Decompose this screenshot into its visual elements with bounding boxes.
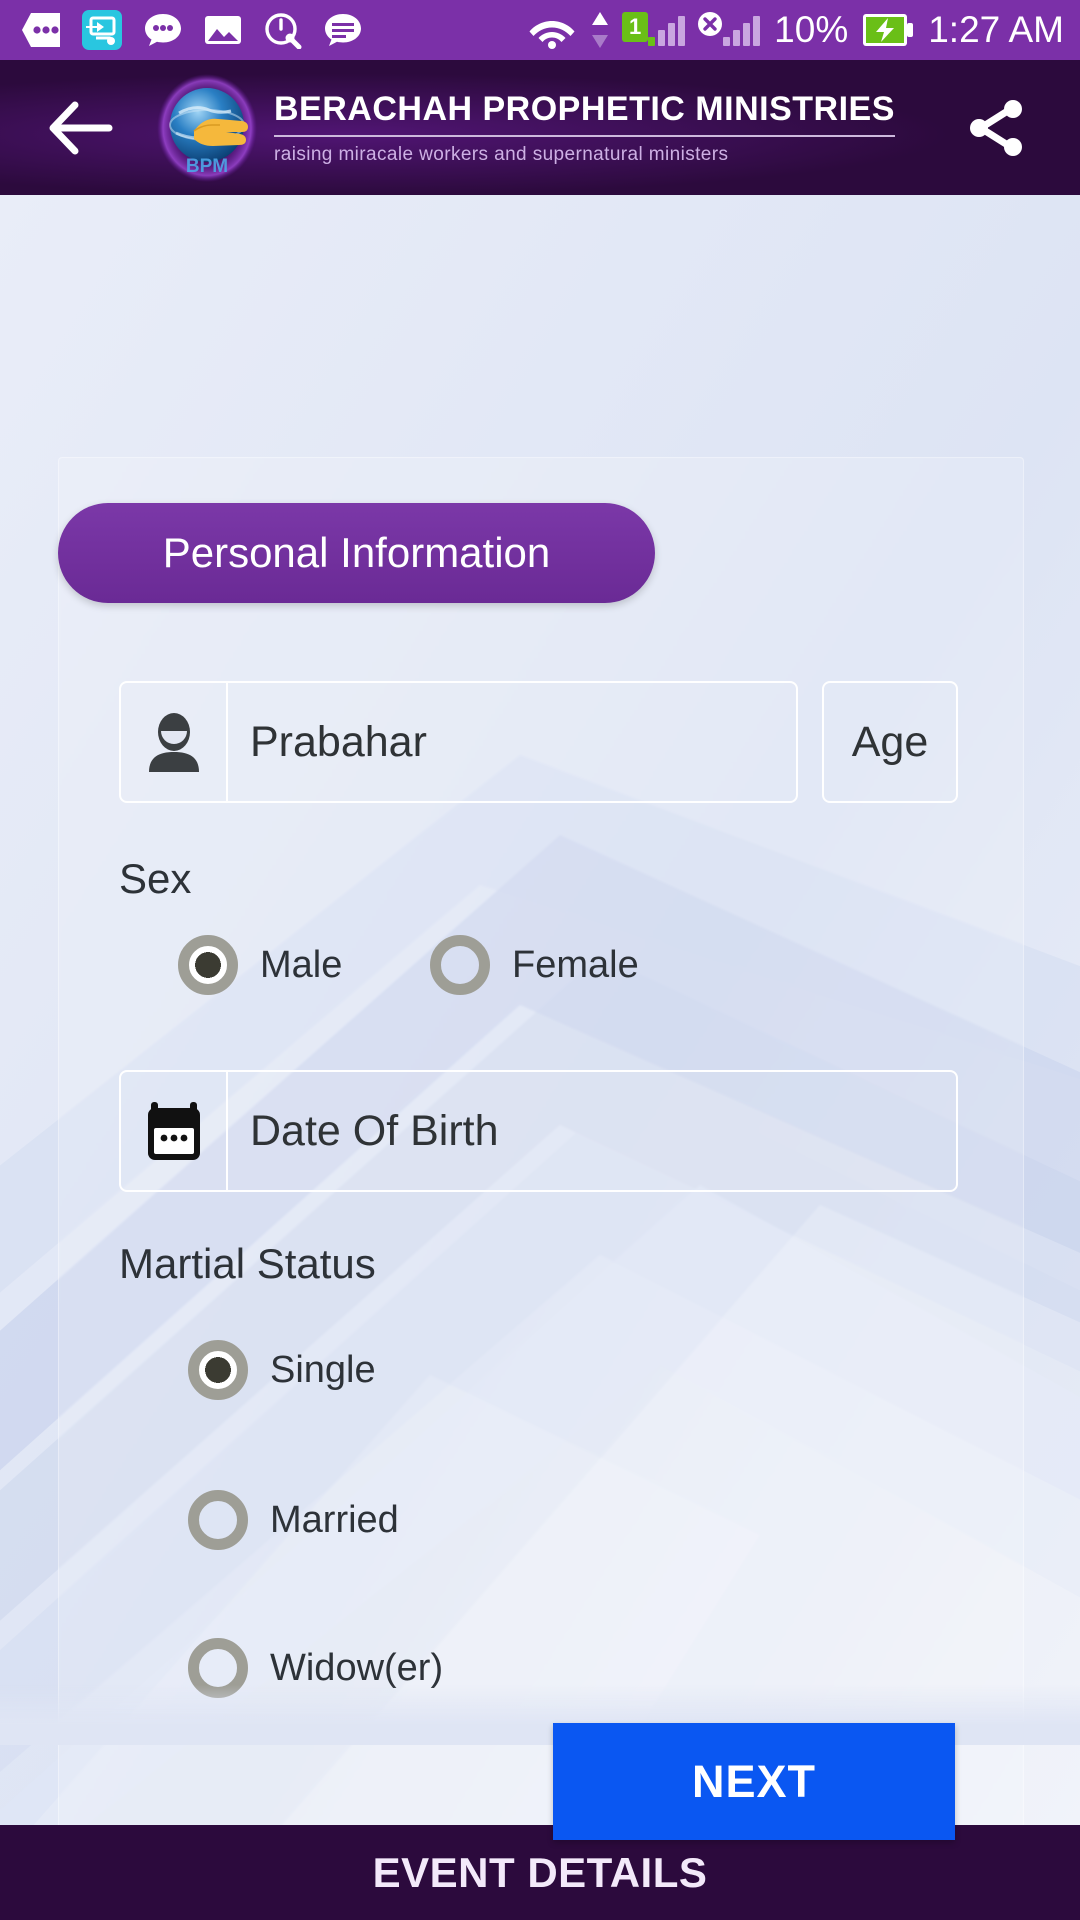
signal-bars-sim1-icon: 1 bbox=[622, 12, 686, 46]
radio-circle[interactable] bbox=[188, 1490, 248, 1550]
globe-hand-logo: BPM bbox=[156, 73, 258, 183]
signal-bars bbox=[648, 14, 686, 46]
next-button[interactable]: NEXT bbox=[553, 1723, 955, 1840]
name-field[interactable]: Prabahar bbox=[119, 681, 798, 803]
age-field[interactable]: Age bbox=[822, 681, 958, 803]
radio-marital-married[interactable]: Married bbox=[188, 1490, 399, 1550]
sex-label: Sex bbox=[119, 855, 192, 902]
speedometer-wrench-icon bbox=[264, 11, 302, 49]
more-bubble-icon bbox=[22, 13, 60, 47]
signal-bars-sim2-icon bbox=[698, 12, 761, 46]
clock-label: 1:27 AM bbox=[928, 9, 1064, 50]
wifi-icon bbox=[528, 11, 576, 49]
form-page: Personal Information Prabahar Age Sex Ma… bbox=[0, 195, 1080, 1920]
status-bar-right-icons: 1 10% 1:27 AM bbox=[528, 9, 1064, 51]
radio-sex-female[interactable]: Female bbox=[430, 935, 639, 995]
app-header: BPM BERACHAH PROPHETIC MINISTRIES raisin… bbox=[0, 60, 1080, 195]
status-bar: 1 10% 1:27 AM bbox=[0, 0, 1080, 60]
brand-block: BPM BERACHAH PROPHETIC MINISTRIES raisin… bbox=[156, 73, 895, 183]
message-lines-icon bbox=[324, 13, 362, 47]
battery-charging-icon bbox=[862, 13, 914, 47]
radio-sex-male[interactable]: Male bbox=[178, 935, 342, 995]
radio-label: Widow(er) bbox=[270, 1646, 444, 1689]
gallery-icon bbox=[204, 14, 242, 46]
radio-marital-single[interactable]: Single bbox=[188, 1340, 376, 1400]
calendar-icon bbox=[121, 1072, 228, 1190]
brand-text: BERACHAH PROPHETIC MINISTRIES raising mi… bbox=[274, 90, 895, 166]
personal-information-form: Prabahar Age Sex Male Female Date Of Bir… bbox=[0, 195, 1080, 1920]
person-icon bbox=[121, 683, 228, 801]
back-arrow-icon[interactable] bbox=[46, 93, 116, 163]
radio-label: Male bbox=[260, 943, 343, 986]
tab-personal-information[interactable]: Personal Information bbox=[58, 503, 655, 603]
app-title: BERACHAH PROPHETIC MINISTRIES bbox=[274, 90, 895, 137]
radio-label: Single bbox=[270, 1348, 376, 1391]
radio-circle-selected[interactable] bbox=[178, 935, 238, 995]
status-bar-left-icons bbox=[22, 10, 362, 50]
data-transfer-icon bbox=[590, 10, 610, 50]
app-subtitle: raising miracale workers and supernatura… bbox=[274, 143, 729, 165]
chat-bubble-icon bbox=[144, 13, 182, 47]
dob-input-value[interactable]: Date Of Birth bbox=[228, 1072, 956, 1190]
marital-status-label: Martial Status bbox=[119, 1240, 376, 1287]
battery-percent-label: 10% bbox=[774, 9, 849, 50]
signal-bars bbox=[723, 14, 761, 46]
sim-badge: 1 bbox=[622, 12, 649, 42]
name-input-value[interactable]: Prabahar bbox=[228, 683, 796, 801]
radio-label: Female bbox=[512, 943, 639, 986]
date-of-birth-field[interactable]: Date Of Birth bbox=[119, 1070, 958, 1192]
next-button-label: NEXT bbox=[691, 1755, 816, 1807]
radio-circle-selected[interactable] bbox=[188, 1340, 248, 1400]
radio-circle[interactable] bbox=[430, 935, 490, 995]
radio-label: Married bbox=[270, 1498, 399, 1541]
share-icon[interactable] bbox=[958, 90, 1034, 166]
screen-cast-icon bbox=[82, 10, 122, 50]
tab-label: Personal Information bbox=[162, 529, 551, 576]
svg-text:BPM: BPM bbox=[186, 156, 228, 177]
